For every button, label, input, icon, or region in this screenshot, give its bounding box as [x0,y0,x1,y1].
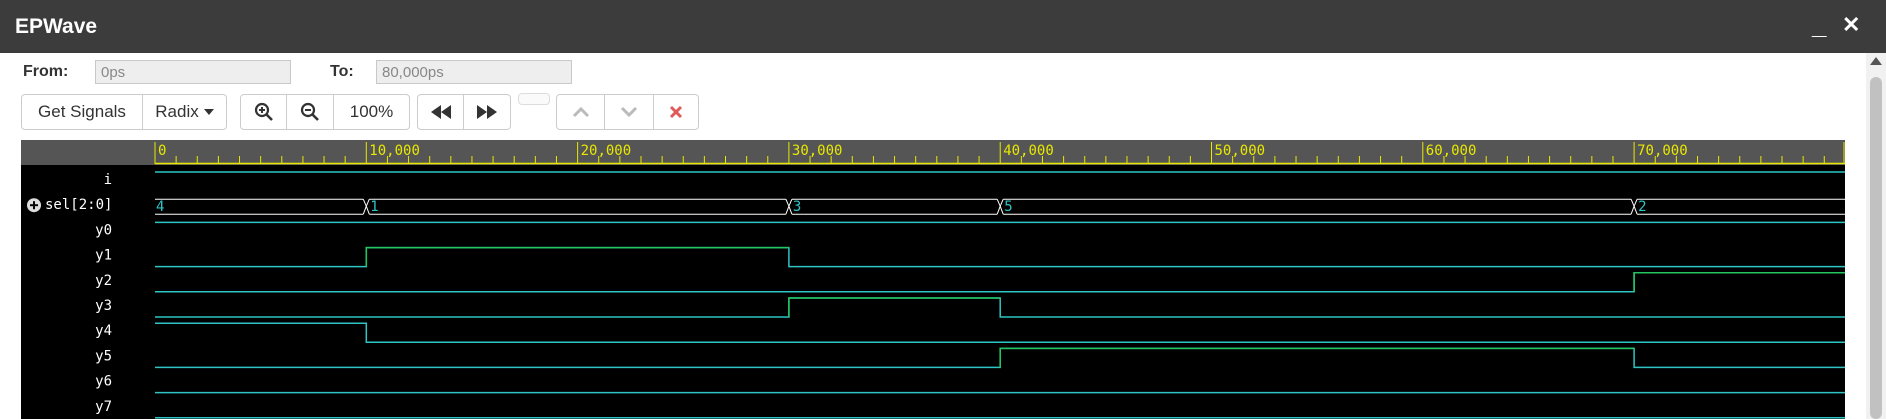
bus-value-label: 4 [156,199,164,215]
ruler-label: 20,000 [581,143,632,159]
signal-name[interactable]: y5 [95,348,112,364]
ruler-label: 40,000 [1003,143,1054,159]
bus-value-label: 5 [1004,199,1012,215]
ruler-label: 0 [158,143,166,159]
signal-name[interactable]: y7 [95,399,112,415]
waveform-background [21,140,1845,419]
signal-name[interactable]: y4 [95,323,112,339]
bus-value-label: 3 [793,199,801,215]
signal-name[interactable]: y2 [95,273,112,289]
ruler-label: 70,000 [1637,143,1688,159]
ruler-label: 50,000 [1215,143,1266,159]
vertical-scrollbar[interactable] [1866,53,1886,419]
waveform-viewer[interactable]: 0 10,000 20,000 30,000 40,000 50,000 60,000 70,… [0,0,1866,419]
signal-name[interactable]: y0 [95,222,112,238]
signal-name[interactable]: y1 [95,248,112,264]
scrollbar-thumb[interactable] [1870,77,1882,419]
scroll-up-arrow-icon[interactable] [1870,57,1882,65]
signal-name[interactable]: sel[2:0] [45,197,112,213]
bus-value-label: 2 [1638,199,1646,215]
ruler-label: 60,000 [1426,143,1477,159]
ruler-label: 10,000 [369,143,420,159]
bus-value-label: 1 [370,199,378,215]
signal-name[interactable]: y6 [95,374,112,390]
signal-name[interactable]: i [104,172,112,188]
ruler-corner [21,140,155,165]
ruler-label: 30,000 [792,143,843,159]
signal-name[interactable]: y3 [95,298,112,314]
